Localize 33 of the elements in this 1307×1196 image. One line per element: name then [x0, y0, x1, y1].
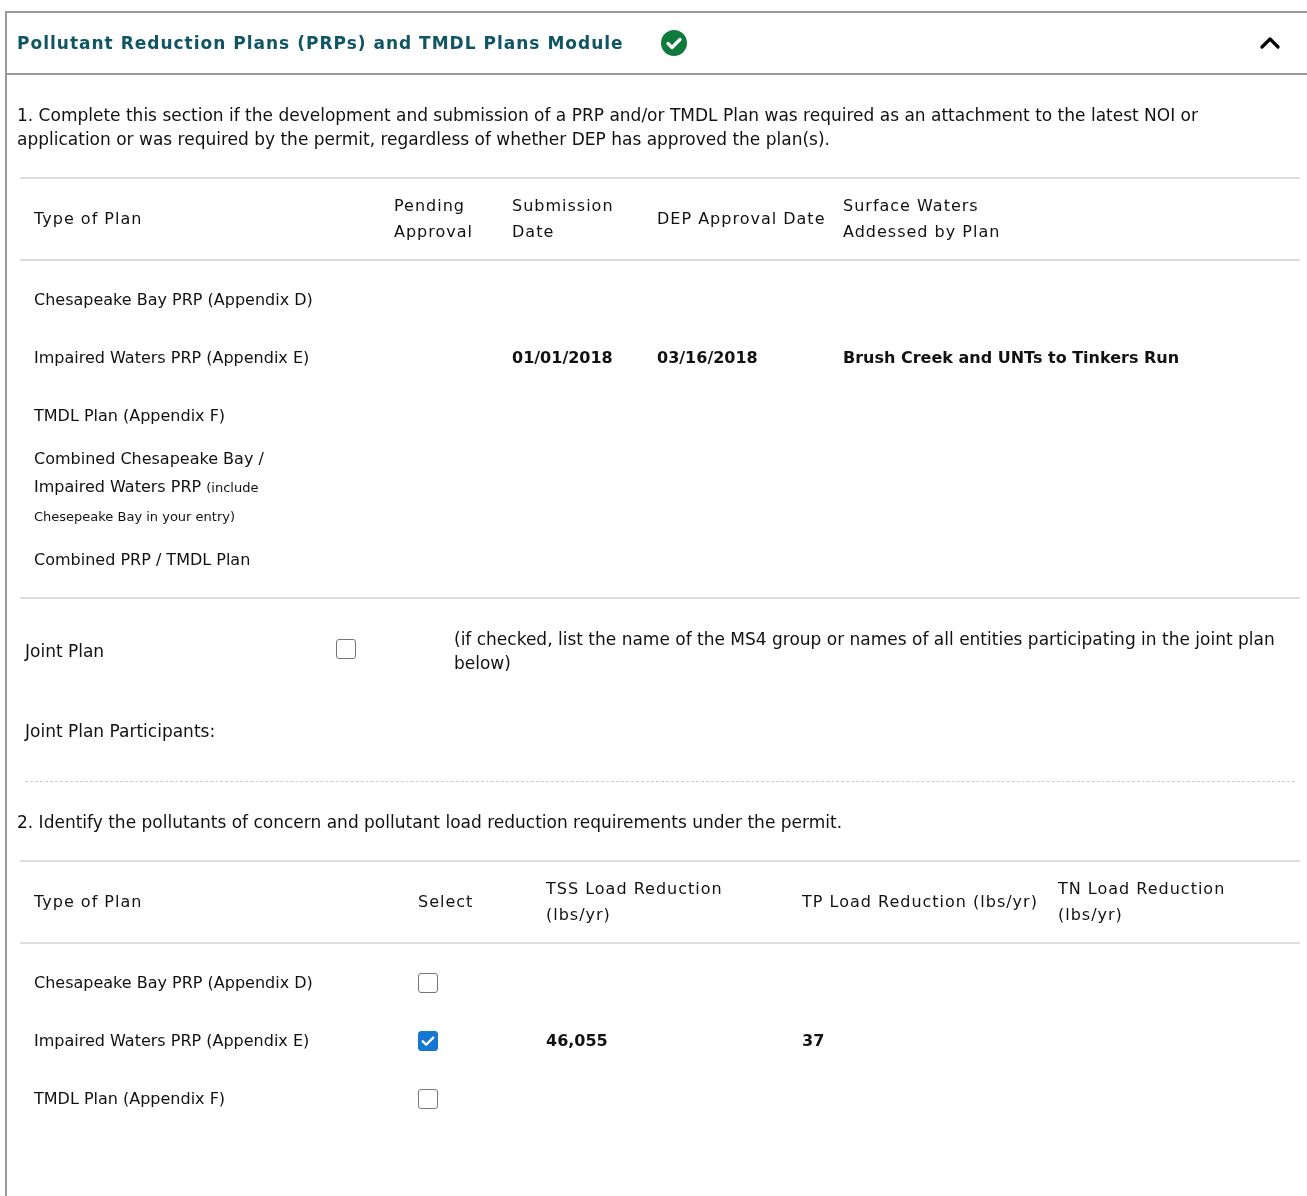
- column-header: DEP Approval Date: [657, 208, 827, 230]
- checkbox[interactable]: [336, 639, 356, 659]
- plan-type: Chesapeake Bay PRP (Appendix D): [34, 972, 313, 994]
- column-header: Select: [418, 891, 475, 913]
- field-label: Joint Plan: [25, 641, 106, 661]
- hint-text: (if checked, list the name of the MS4 group or names of all entities participating in the joint plan below): [454, 628, 1276, 675]
- checkbox[interactable]: [418, 1031, 438, 1051]
- column-header: TP Load Reduction (lbs/yr): [802, 891, 1039, 913]
- column-header: Surface Waters Addessed by Plan: [843, 195, 1002, 243]
- plan-type: Chesapeake Bay PRP (Appendix D): [34, 289, 313, 311]
- column-header: Pending Approval: [394, 195, 474, 243]
- load-value: 37: [802, 1030, 825, 1052]
- plan-type: Combined PRP / TMDL Plan: [34, 549, 251, 571]
- column-header: Type of Plan: [34, 208, 144, 230]
- surface-waters: Brush Creek and UNTs to Tinkers Run: [843, 347, 1180, 369]
- instruction-text: 2. Identify the pollutants of concern and pollutant load reduction requirements under the permit.: [17, 811, 844, 834]
- column-header: TN Load Reduction (lbs/yr): [1058, 878, 1227, 926]
- checkbox[interactable]: [418, 973, 438, 993]
- load-value: 46,055: [546, 1030, 608, 1052]
- instruction-text: 1. Complete this section if the development and submission of a PRP and/or TMDL Plan was required as an attachment to the latest NOI or application or was required by the permit, regardless of whether DEP has approved the plan(s).: [17, 104, 1199, 151]
- module-title: Pollutant Reduction Plans (PRPs) and TMDL Plans Module: [17, 33, 624, 53]
- date: 01/01/2018: [512, 347, 613, 369]
- column-header: TSS Load Reduction (lbs/yr): [546, 878, 724, 926]
- plan-type: TMDL Plan (Appendix F): [34, 405, 226, 427]
- column-header: Submission Date: [512, 195, 615, 243]
- plan-type: Impaired Waters PRP (Appendix E): [34, 1030, 310, 1052]
- checkbox[interactable]: [418, 1089, 438, 1109]
- field-label: Joint Plan Participants:: [25, 721, 216, 741]
- column-header: Type of Plan: [34, 891, 144, 913]
- date: 03/16/2018: [657, 347, 758, 369]
- plan-type: TMDL Plan (Appendix F): [34, 1088, 226, 1110]
- plan-type: Combined Chesapeake Bay / Impaired Waters PRP (include Chesepeake Bay in your entry): [34, 448, 265, 526]
- plan-type: Impaired Waters PRP (Appendix E): [34, 347, 310, 369]
